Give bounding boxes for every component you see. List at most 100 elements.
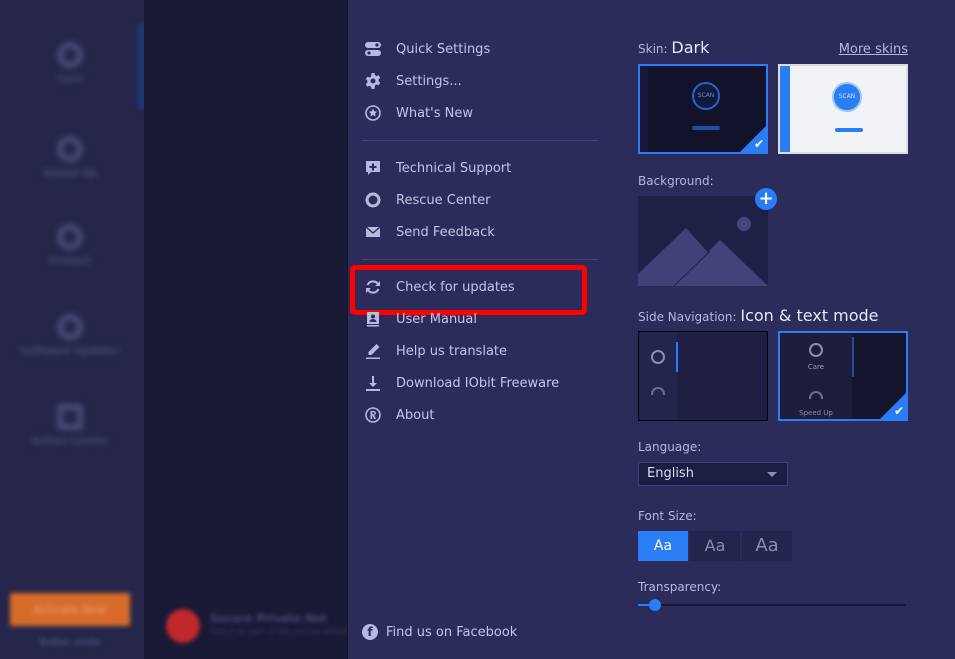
lifebuoy-icon [364, 191, 382, 209]
menu-item-send-feedback[interactable]: Send Feedback [362, 216, 612, 248]
menu-item-check-for-updates[interactable]: Check for updates [350, 265, 612, 315]
settings-menu-panel: Quick Settings Settings... What's New Te… [347, 0, 955, 659]
app-window: Care Speed Up Protect Software Updater A… [0, 0, 955, 659]
envelope-icon [364, 223, 382, 241]
language-value: English [647, 466, 694, 481]
font-size-medium[interactable]: Aa [690, 531, 740, 561]
side-navigation-label: Side Navigation: Icon & text mode [638, 306, 879, 325]
manual-icon [364, 310, 382, 328]
care-icon [57, 42, 83, 68]
background-app: Care Speed Up Protect Software Updater A… [0, 0, 347, 659]
skin-label: Skin: Dark [638, 38, 710, 57]
facebook-icon: f [362, 624, 378, 640]
menu-item-label: Download IObit Freeware [396, 375, 560, 391]
menu-item-user-manual[interactable]: User Manual [362, 303, 612, 335]
skin-preview-buttons [692, 126, 720, 130]
bg-nav-speed-up: Speed Up [0, 136, 140, 179]
speedometer-icon [651, 387, 665, 395]
background-sidebar: Care Speed Up Protect Software Updater A… [0, 0, 144, 659]
facebook-label: Find us on Facebook [386, 624, 518, 640]
menu-divider [362, 140, 598, 141]
side-navigation-current-value: Icon & text mode [740, 306, 879, 325]
menu-item-label: Check for updates [396, 279, 515, 295]
transparency-slider[interactable] [638, 597, 906, 613]
pencil-icon [364, 342, 382, 360]
download-icon [364, 374, 382, 392]
more-skins-link[interactable]: More skins [839, 42, 908, 57]
background-image-placeholder[interactable] [638, 196, 768, 286]
toggle-icon [364, 40, 382, 58]
skin-preview-sidebar [640, 66, 648, 152]
nav-preview-label: Speed Up [799, 409, 833, 417]
image-placeholder-icon [638, 196, 768, 286]
gear-icon [364, 72, 382, 90]
skin-header: Skin: Dark More skins [638, 38, 908, 57]
skin-option-dark[interactable]: SCAN ✔ [638, 64, 768, 154]
menu-item-label: What's New [396, 105, 473, 121]
skin-current-value: Dark [671, 38, 710, 57]
nav-preview-label: Care [807, 363, 825, 371]
slider-track [638, 604, 906, 606]
facebook-link[interactable]: f Find us on Facebook [362, 624, 517, 640]
skin-preview-buttons [835, 128, 863, 132]
menu-item-label: User Manual [396, 311, 478, 327]
menu-item-technical-support[interactable]: Technical Support [362, 152, 612, 184]
font-size-label: Font Size: [638, 509, 697, 523]
menu-item-label: Send Feedback [396, 224, 495, 240]
menu-item-label: About [396, 407, 435, 423]
support-chat-icon [364, 159, 382, 177]
menu-item-about[interactable]: About [362, 399, 612, 431]
background-label: Background: [638, 174, 714, 188]
bg-nav-action-center: Action Center [0, 404, 140, 447]
slider-handle[interactable] [649, 599, 661, 611]
refresh-icon [364, 278, 382, 296]
menu-item-rescue-center[interactable]: Rescue Center [362, 184, 612, 216]
shield-icon [57, 224, 83, 250]
menu-item-label: Technical Support [396, 160, 512, 176]
skin-preview-scan: SCAN [692, 82, 720, 110]
font-size-large[interactable]: Aa [742, 531, 792, 561]
menu-item-label: Quick Settings [396, 41, 491, 57]
menu-item-whats-new[interactable]: What's New [362, 97, 612, 129]
enter-code-link: Enter code [39, 637, 101, 648]
action-center-icon [57, 404, 83, 430]
background-main: Secure Private Net Find it as part of th… [144, 0, 347, 659]
bg-nav-care: Care [0, 42, 140, 85]
bg-nav-protect: Protect [0, 224, 140, 267]
font-size-small[interactable]: Aa [638, 531, 688, 561]
bg-nav-software-updater: Software Updater [0, 314, 140, 357]
font-size-options: Aa Aa Aa [638, 531, 794, 561]
updater-icon [57, 314, 83, 340]
registered-icon [364, 406, 382, 424]
activate-now-button: Activate Now [10, 593, 130, 626]
skin-option-light[interactable]: SCAN [778, 64, 908, 154]
language-select[interactable]: English [638, 462, 788, 486]
menu-item-label: Help us translate [396, 343, 508, 359]
nav-option-icon-mode[interactable] [638, 331, 768, 421]
care-icon [651, 350, 665, 364]
star-icon [364, 104, 382, 122]
promo-icon [166, 609, 200, 643]
nav-preview-sidebar [639, 332, 677, 420]
menu-item-help-translate[interactable]: Help us translate [362, 335, 612, 367]
checkmark-icon: ✔ [753, 137, 764, 151]
nav-preview-active-bar [852, 337, 854, 377]
menu-item-download-freeware[interactable]: Download IObit Freeware [362, 367, 612, 399]
menu-item-quick-settings[interactable]: Quick Settings [362, 33, 612, 65]
nav-option-icon-text-mode[interactable]: Care Speed Up ✔ [778, 331, 908, 421]
add-background-button[interactable]: + [755, 188, 777, 210]
skin-preview-scan: SCAN [832, 82, 862, 112]
transparency-label: Transparency: [638, 580, 722, 594]
menu-item-settings[interactable]: Settings... [362, 65, 612, 97]
language-label: Language: [638, 440, 702, 454]
promo-subtitle: Find it as part of the secure offering [210, 627, 347, 636]
speedometer-icon [809, 391, 823, 399]
speedometer-icon [57, 136, 83, 162]
menu-divider [362, 259, 598, 260]
chevron-down-icon [767, 472, 777, 477]
skin-preview-sidebar [780, 66, 790, 152]
care-icon [809, 343, 823, 357]
checkmark-icon: ✔ [893, 404, 904, 418]
main-menu: Quick Settings Settings... What's New Te… [350, 33, 612, 431]
promo-title: Secure Private Net [210, 612, 327, 625]
